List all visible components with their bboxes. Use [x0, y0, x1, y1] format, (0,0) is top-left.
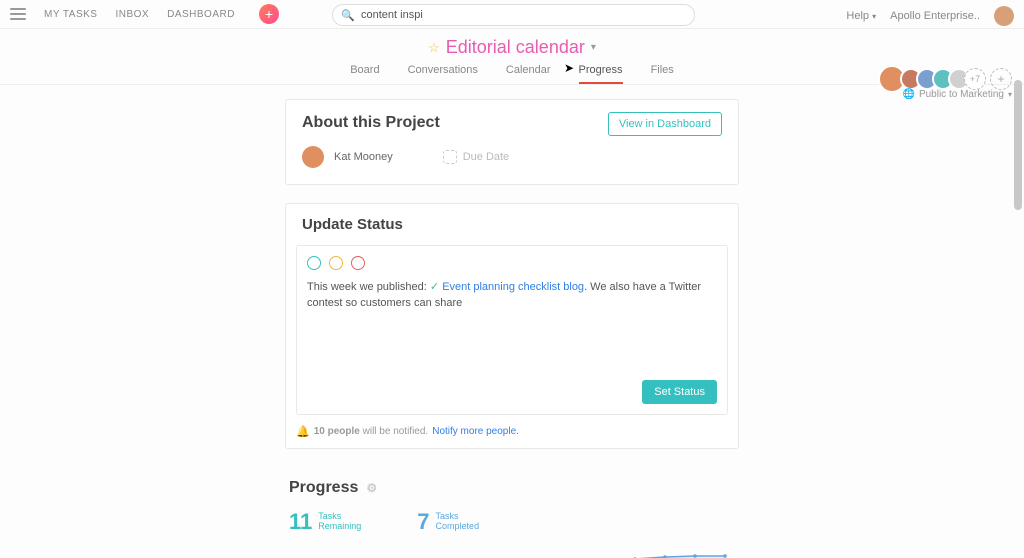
calendar-icon — [443, 150, 457, 164]
add-button[interactable]: + — [259, 4, 279, 24]
help-link[interactable]: Help ▾ — [846, 10, 876, 22]
due-date-button[interactable]: Due Date — [443, 150, 509, 164]
nav-inbox[interactable]: INBOX — [115, 9, 149, 20]
tab-calendar[interactable]: Calendar — [506, 64, 551, 84]
scrollbar[interactable] — [1014, 80, 1022, 210]
status-red[interactable] — [351, 256, 365, 270]
member-overflow[interactable]: +7 — [964, 68, 986, 90]
set-status-button[interactable]: Set Status — [642, 380, 717, 404]
owner-name[interactable]: Kat Mooney — [334, 151, 393, 163]
project-title[interactable]: ☆ Editorial calendar ▾ — [428, 37, 596, 58]
status-link[interactable]: Event planning checklist blog — [442, 281, 584, 293]
menu-icon[interactable] — [10, 8, 26, 20]
status-editor[interactable]: This week we published: ✓ Event planning… — [296, 245, 728, 415]
bell-icon: 🔔 — [296, 425, 310, 438]
tab-files[interactable]: Files — [651, 64, 674, 84]
tasks-completed: 7 Tasks Completed — [417, 509, 479, 535]
tasks-remaining: 11 Tasks Remaining — [289, 509, 361, 535]
globe-icon: 🌐 — [902, 89, 914, 100]
gear-icon[interactable]: ⚙ — [366, 481, 377, 495]
org-name[interactable]: Apollo Enterprise.. — [890, 10, 980, 22]
avatar[interactable] — [994, 6, 1014, 26]
nav-dashboard[interactable]: DASHBOARD — [167, 9, 235, 20]
chevron-down-icon: ▾ — [591, 42, 596, 53]
tab-conversations[interactable]: Conversations — [408, 64, 478, 84]
status-text[interactable]: This week we published: ✓ Event planning… — [307, 280, 717, 312]
progress-chart: 11 — [285, 547, 739, 558]
view-dashboard-button[interactable]: View in Dashboard — [608, 112, 722, 136]
notify-count: 10 people — [314, 426, 360, 437]
search-input[interactable] — [332, 4, 695, 26]
status-title: Update Status — [286, 204, 738, 237]
nav-my-tasks[interactable]: MY TASKS — [44, 9, 97, 20]
search-icon: 🔍 — [341, 9, 355, 22]
visibility-selector[interactable]: 🌐 Public to Marketing ▾ — [902, 89, 1012, 100]
status-green[interactable] — [307, 256, 321, 270]
progress-title: Progress — [289, 479, 358, 497]
tab-board[interactable]: Board — [350, 64, 379, 84]
owner-avatar[interactable] — [302, 146, 324, 168]
tab-progress[interactable]: Progress — [579, 64, 623, 84]
star-icon[interactable]: ☆ — [428, 40, 440, 56]
notify-more-link[interactable]: Notify more people. — [432, 426, 519, 437]
status-yellow[interactable] — [329, 256, 343, 270]
notify-suffix: will be notified. — [360, 426, 428, 437]
check-icon: ✓ — [430, 281, 442, 293]
add-member-button[interactable]: + — [990, 68, 1012, 90]
